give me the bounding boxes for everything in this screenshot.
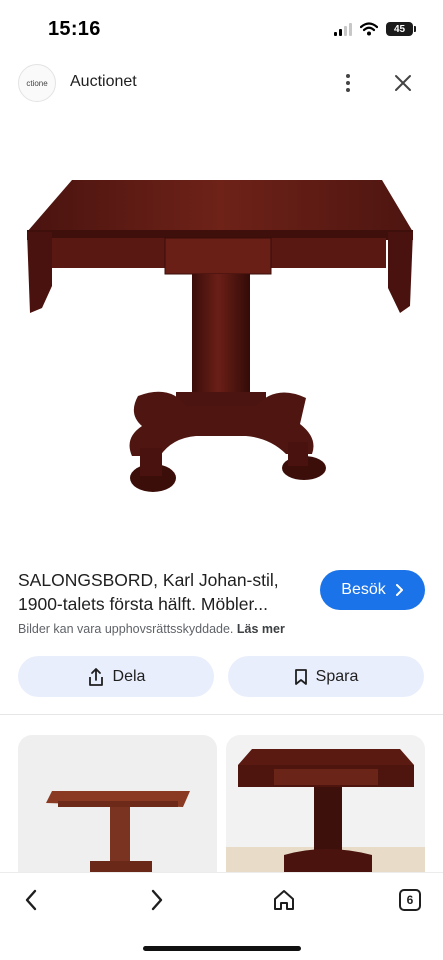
wifi-icon [360,22,378,36]
home-indicator [143,946,301,951]
related-table-thumbnail [46,791,190,875]
status-bar: 15:16 45 [0,0,443,58]
bookmark-icon [294,668,307,685]
save-label: Spara [315,667,359,685]
copyright-notice: Bilder kan vara upphovsrättsskyddade. Lä… [18,622,308,636]
viewer-header: ctione Auctionet [0,58,443,108]
related-table-thumbnail [226,749,425,875]
chevron-right-icon [395,584,403,596]
chevron-right-icon [151,889,163,911]
cellular-signal-icon [334,22,352,36]
visit-label: Besök [341,581,386,598]
forward-button[interactable] [140,883,174,917]
status-time: 15:16 [48,18,101,40]
chevron-left-icon [25,889,37,911]
site-avatar[interactable]: ctione [18,64,56,102]
share-label: Dela [112,667,146,685]
back-button[interactable] [14,883,48,917]
bottom-navigation: 6 [0,872,443,960]
close-icon[interactable] [388,68,418,98]
home-icon [274,890,294,910]
table-illustration [27,180,413,492]
result-title[interactable]: SALONGSBORD, Karl Johan-stil, 1900-talet… [18,568,308,616]
share-icon [88,667,103,686]
related-image[interactable] [226,735,425,875]
product-image[interactable] [0,108,443,558]
home-button[interactable] [267,883,301,917]
tabs-count: 6 [399,889,421,911]
more-options-icon[interactable] [334,68,362,98]
tabs-button[interactable]: 6 [393,883,427,917]
read-more-link[interactable]: Läs mer [237,622,285,636]
site-name[interactable]: Auctionet [70,73,137,91]
save-button[interactable]: Spara [228,656,424,697]
copyright-text: Bilder kan vara upphovsrättsskyddade. [18,622,234,636]
divider [0,714,443,715]
share-button[interactable]: Dela [18,656,214,697]
visit-button[interactable]: Besök [320,570,425,610]
related-image[interactable] [18,735,217,875]
battery-icon: 45 [386,22,416,36]
result-info: SALONGSBORD, Karl Johan-stil, 1900-talet… [18,568,308,636]
status-icons: 45 [334,20,416,38]
